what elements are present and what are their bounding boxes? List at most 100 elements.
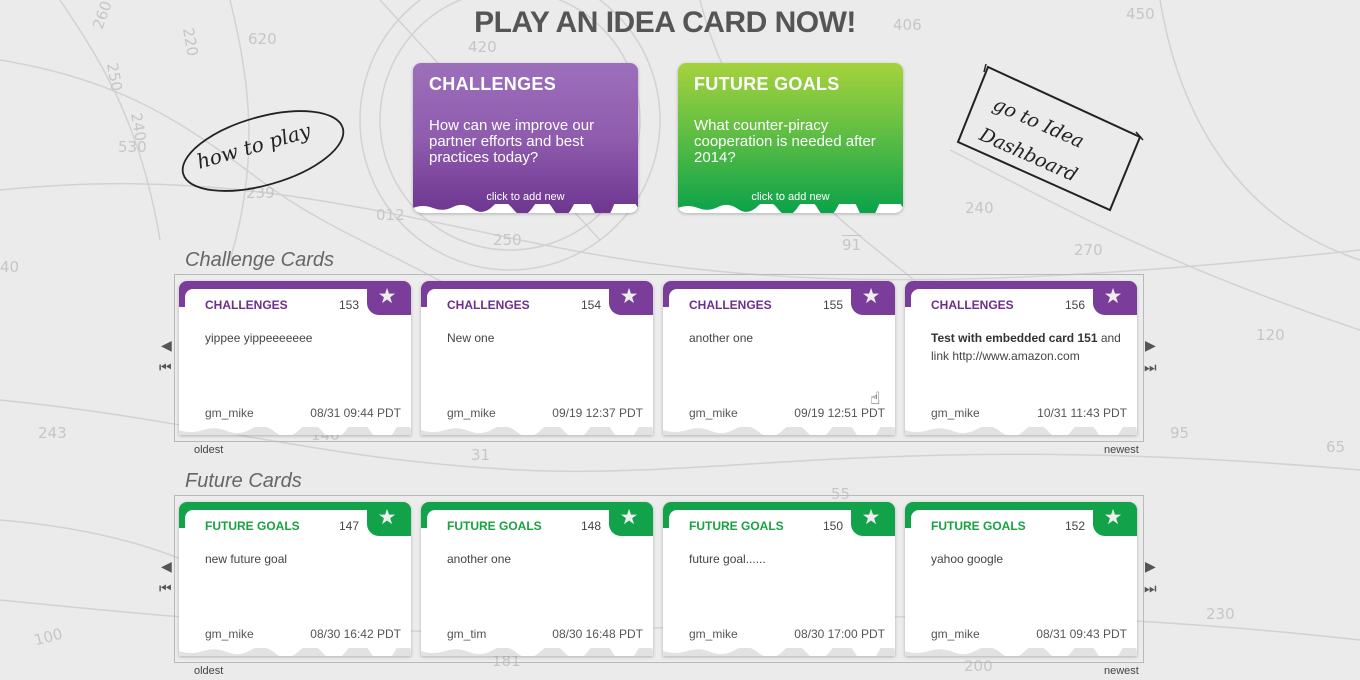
card-text: yahoo google [931,552,1004,566]
big-card-question: What counter-piracy cooperation is neede… [694,117,876,166]
star-icon: ★ [861,284,881,308]
torn-edge-icon [421,427,653,435]
card-author[interactable]: gm_mike [689,406,738,420]
torn-edge-icon [421,648,653,656]
future-card-strip: ★ FUTURE GOALS 147 new future goal gm_mi… [174,495,1144,663]
map-number: 420 [468,38,497,56]
card-type: CHALLENGES [689,298,772,312]
click-to-add-new[interactable]: click to add new [413,191,638,203]
card-author[interactable]: gm_mike [447,406,496,420]
card-148[interactable]: ★ FUTURE GOALS 148 another one gm_tim 08… [421,502,653,656]
torn-edge-icon [663,648,895,656]
map-number: 270 [1074,241,1103,259]
arrow-left-icon[interactable]: ◀ [161,339,172,353]
star-icon: ★ [861,505,881,529]
big-card-title: FUTURE GOALS [694,74,840,94]
card-id: 155 [822,298,843,312]
star-icon: ★ [377,505,397,529]
card-date: 09/19 12:37 PDT [552,406,643,420]
oldest-label[interactable]: oldest [194,665,223,677]
star-button[interactable]: ★ [851,281,895,315]
page-title: PLAY AN IDEA CARD NOW! [474,6,856,39]
star-button[interactable]: ★ [1093,502,1137,536]
card-type: CHALLENGES [447,298,530,312]
card-150[interactable]: ★ FUTURE GOALS 150 future goal...... gm_… [663,502,895,656]
card-author[interactable]: gm_mike [205,406,254,420]
card-type: FUTURE GOALS [931,519,1026,533]
card-author[interactable]: gm_tim [447,627,486,641]
card-author[interactable]: gm_mike [931,406,980,420]
card-text: another one [447,552,512,566]
star-icon: ★ [377,284,397,308]
torn-edge-icon [179,648,411,656]
card-author[interactable]: gm_mike [931,627,980,641]
arrow-left-icon[interactable]: ◀ [161,560,172,574]
map-number: 243 [38,424,67,442]
challenge-card-strip: ★ CHALLENGES 153 yippee yippeeeeeee gm_m… [174,274,1144,442]
star-icon: ★ [619,284,639,308]
idea-dashboard-link[interactable]: go to Idea Dashboard [950,62,1145,212]
map-number: 230 [1206,605,1235,623]
card-id: 156 [1064,298,1085,312]
embedded-card-link[interactable]: Test with embedded card 151 [931,331,1098,345]
card-155[interactable]: ★ CHALLENGES 155 another one gm_mike 09/… [663,281,895,435]
card-type: FUTURE GOALS [205,519,300,533]
card-type: FUTURE GOALS [447,519,542,533]
map-number: 530 [118,138,147,156]
how-to-play-link[interactable]: how to play [175,105,350,195]
card-author[interactable]: gm_mike [205,627,254,641]
torn-edge-icon [413,204,638,213]
map-number: 012 [376,206,405,224]
card-id: 148 [580,519,601,533]
card-text: New one [447,331,495,345]
card-152[interactable]: ★ FUTURE GOALS 152 yahoo google gm_mike … [905,502,1137,656]
map-number: 40 [0,258,20,276]
skip-first-icon[interactable]: ⏮ [159,582,172,596]
card-153[interactable]: ★ CHALLENGES 153 yippee yippeeeeeee gm_m… [179,281,411,435]
challenge-add-card[interactable]: CHALLENGES How can we improve our partne… [413,63,638,213]
click-to-add-new[interactable]: click to add new [678,191,903,203]
newest-label[interactable]: newest [1104,665,1139,677]
card-type: CHALLENGES [205,298,288,312]
card-date: 08/30 17:00 PDT [794,627,885,641]
star-button[interactable]: ★ [367,502,411,536]
challenge-cards-heading: Challenge Cards [185,249,334,271]
map-number: 120 [1256,326,1285,344]
skip-last-icon[interactable]: ⏭ [1144,582,1157,596]
arrow-right-icon[interactable]: ▶ [1145,560,1156,574]
card-date: 10/31 11:43 PDT [1037,406,1127,420]
star-button[interactable]: ★ [851,502,895,536]
star-button[interactable]: ★ [609,502,653,536]
map-number: 95 [1170,424,1190,442]
big-card-title: CHALLENGES [429,74,557,94]
torn-edge-icon [179,427,411,435]
star-icon: ★ [619,505,639,529]
newest-label[interactable]: newest [1104,444,1139,456]
future-add-card[interactable]: FUTURE GOALS What counter-piracy coopera… [678,63,903,213]
oldest-label[interactable]: oldest [194,444,223,456]
hand-cursor-icon: ☝ [870,389,881,409]
big-card-question: How can we improve our partner efforts a… [429,117,595,166]
star-button[interactable]: ★ [1093,281,1137,315]
card-id: 147 [338,519,359,533]
card-text: yippee yippeeeeeee [205,331,313,345]
skip-first-icon[interactable]: ⏮ [159,361,172,375]
card-type: CHALLENGES [931,298,1014,312]
card-154[interactable]: ★ CHALLENGES 154 New one gm_mike 09/19 1… [421,281,653,435]
card-author[interactable]: gm_mike [689,627,738,641]
card-type: FUTURE GOALS [689,519,784,533]
torn-edge-icon [905,648,1137,656]
star-button[interactable]: ★ [609,281,653,315]
torn-edge-icon [663,427,895,435]
map-number: 31 [471,446,491,464]
card-text: new future goal [205,552,288,566]
card-date: 08/31 09:44 PDT [310,406,401,420]
card-147[interactable]: ★ FUTURE GOALS 147 new future goal gm_mi… [179,502,411,656]
card-id: 154 [580,298,601,312]
card-156[interactable]: ★ CHALLENGES 156 Test with embedded card… [905,281,1137,435]
map-number: 250 [493,231,522,249]
star-button[interactable]: ★ [367,281,411,315]
skip-last-icon[interactable]: ⏭ [1144,361,1157,375]
arrow-right-icon[interactable]: ▶ [1145,339,1156,353]
card-text: another one [689,331,754,345]
